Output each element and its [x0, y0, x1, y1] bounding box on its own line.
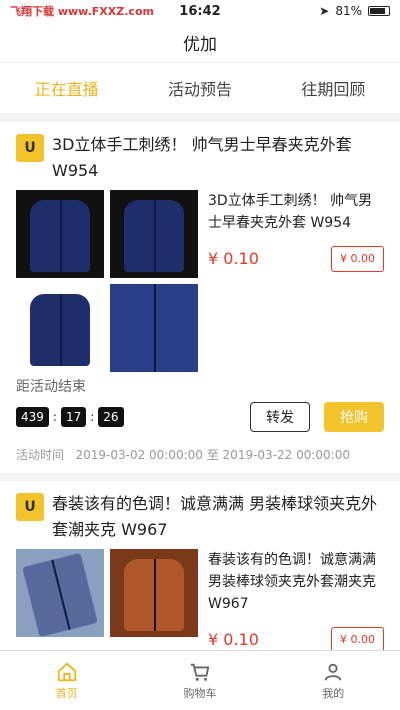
status-bar: 飞翔下载 www.FXXZ.com 16:42 ➤ 81%: [0, 0, 400, 22]
nav-profile[interactable]: 我的: [267, 651, 400, 710]
product-images[interactable]: [16, 190, 198, 372]
countdown-timer: 439: 17: 26: [16, 407, 124, 427]
activity-time: 活动时间 2019-03-02 00:00:00 至 2019-03-22 00…: [16, 446, 384, 463]
nav-home[interactable]: 首页: [0, 651, 133, 710]
countdown-label: 距活动结束: [16, 379, 86, 395]
activity-time-label: 活动时间: [16, 448, 65, 462]
product-description: 3D立体手工刺绣！ 帅气男士早春夹克外套 W954: [208, 193, 373, 231]
nav-home-label: 首页: [55, 686, 78, 700]
product-price: ¥ 0.10: [208, 249, 259, 268]
brand-logo: U: [16, 134, 44, 162]
user-icon: [325, 663, 342, 681]
nav-cart[interactable]: 购物车: [133, 651, 266, 710]
tab-preview[interactable]: 活动预告: [133, 63, 266, 113]
nav-profile-label: 我的: [322, 686, 345, 700]
home-icon: [57, 662, 76, 681]
tab-history[interactable]: 往期回顾: [267, 63, 400, 113]
product-image[interactable]: [16, 549, 104, 637]
card-title: 春装该有的色调！诚意满满 男装棒球领夹克外套潮夹克 W967: [52, 494, 378, 539]
product-image[interactable]: [110, 284, 198, 372]
activity-time-value: 2019-03-02 00:00:00 至 2019-03-22 00:00:0…: [75, 448, 350, 462]
product-card[interactable]: U 春装该有的色调！诚意满满 男装棒球领夹克外套潮夹克 W967 春装该有的色调…: [0, 481, 400, 663]
countdown-hours: 439: [16, 407, 49, 427]
brand-logo: U: [16, 493, 44, 521]
product-image[interactable]: [16, 284, 104, 372]
product-image[interactable]: [16, 190, 104, 278]
cart-icon: [190, 663, 210, 681]
card-title: 3D立体手工刺绣！ 帅气男士早春夹克外套W954: [52, 135, 352, 180]
bottom-nav: 首页 购物车 我的: [0, 650, 400, 710]
product-images[interactable]: [16, 549, 198, 653]
card-title-row: U 春装该有的色调！诚意满满 男装棒球领夹克外套潮夹克 W967: [16, 491, 384, 543]
battery-icon: [368, 6, 390, 16]
status-time: 16:42: [179, 3, 221, 19]
tab-live[interactable]: 正在直播: [0, 63, 133, 113]
product-image[interactable]: [110, 549, 198, 637]
countdown-seconds: 26: [98, 407, 124, 427]
product-card[interactable]: U 3D立体手工刺绣！ 帅气男士早春夹克外套W954 3D立体手工刺绣！ 帅气男…: [0, 122, 400, 473]
page-title: 优加: [0, 22, 400, 62]
product-description: 春装该有的色调！诚意满满男装棒球领夹克外套潮夹克 W967: [208, 552, 376, 612]
card-title-row: U 3D立体手工刺绣！ 帅气男士早春夹克外套W954: [16, 132, 384, 184]
share-button[interactable]: 转发: [250, 402, 310, 432]
tab-bar: 正在直播 活动预告 往期回顾: [0, 62, 400, 114]
product-image[interactable]: [110, 190, 198, 278]
buy-button[interactable]: 抢购: [324, 402, 384, 432]
nav-cart-label: 购物车: [183, 686, 217, 700]
countdown-minutes: 17: [60, 407, 87, 427]
product-price: ¥ 0.10: [208, 630, 259, 649]
original-price-tag: ¥ 0.00: [331, 246, 384, 272]
